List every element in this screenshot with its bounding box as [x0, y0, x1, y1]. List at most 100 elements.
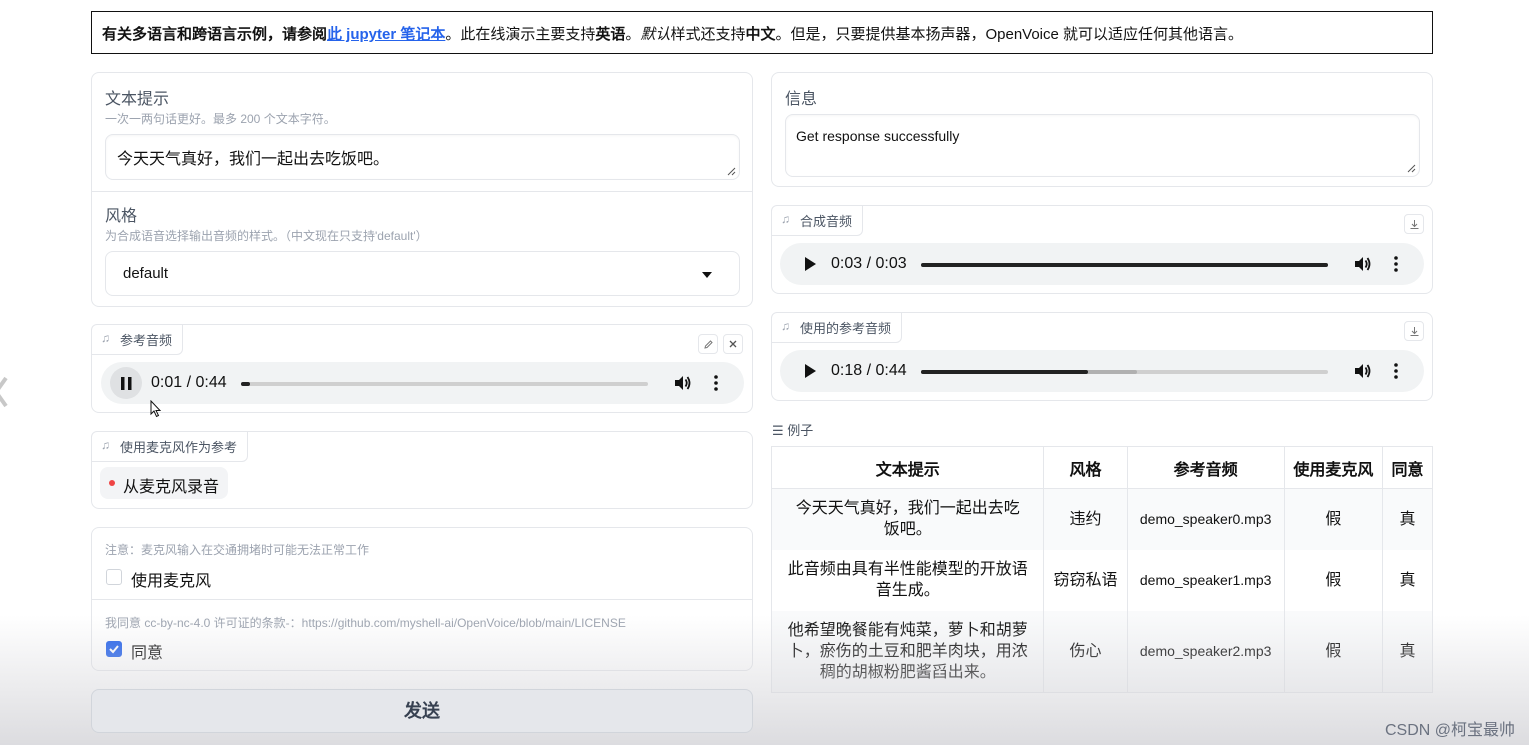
info-label: 信息: [785, 91, 818, 108]
download-icon[interactable]: [1404, 214, 1424, 234]
synth-audio-seekbar[interactable]: [921, 263, 1328, 267]
table-cell: 他希望晚餐能有炖菜，萝卜和胡萝卜，瘀伤的土豆和肥羊肉块，用浓稠的胡椒粉肥酱舀出来…: [771, 610, 1045, 693]
record-button-label: 从麦克风录音: [123, 479, 220, 496]
more-options-icon[interactable]: [1386, 254, 1406, 274]
close-icon[interactable]: [723, 334, 743, 354]
text-prompt-value: 今天天气真好，我们一起出去吃饭吧。: [117, 151, 390, 168]
mic-note: 注意：麦克风输入在交通拥堵时可能无法正常工作: [105, 543, 370, 557]
download-icon[interactable]: [1404, 321, 1424, 341]
music-note-icon: ♫: [101, 331, 110, 345]
jupyter-notebook-link[interactable]: 此 jupyter 笔记本: [327, 26, 445, 43]
text-prompt-input[interactable]: 今天天气真好，我们一起出去吃饭吧。: [105, 134, 740, 180]
play-icon[interactable]: [800, 361, 820, 381]
agree-checkbox[interactable]: [106, 641, 122, 657]
used-ref-audio-label: 使用的参考音频: [800, 321, 892, 336]
volume-icon[interactable]: [1352, 254, 1372, 274]
info-card: 信息 Get response successfully: [771, 72, 1433, 187]
resize-handle-icon[interactable]: [727, 167, 736, 176]
used-ref-audio-progress: [921, 370, 1088, 374]
synth-audio-tag: ♫ 合成音频: [771, 205, 864, 236]
section-divider: [92, 191, 752, 192]
pause-button[interactable]: [110, 367, 142, 399]
column-header: 风格: [1043, 446, 1128, 489]
prompt-style-card: 文本提示 一次一两句话更好。最多 200 个文本字符。 今天天气真好，我们一起出…: [91, 72, 753, 307]
synth-audio-player[interactable]: 0:03 / 0:03: [780, 243, 1424, 285]
used-ref-audio-card: ♫ 使用的参考音频 0:18 / 0:44: [771, 312, 1433, 401]
column-header: 同意: [1382, 446, 1434, 489]
table-cell: 假: [1284, 549, 1383, 611]
record-from-mic-button[interactable]: 从麦克风录音: [100, 467, 229, 499]
banner-text-1: 有关多语言和跨语言示例，请参阅: [102, 26, 328, 43]
synth-audio-label: 合成音频: [800, 214, 853, 229]
table-cell: 此音频由具有半性能模型的开放语音生成。: [771, 549, 1045, 611]
banner-bold-chinese: 中文: [745, 26, 776, 43]
volume-icon[interactable]: [672, 373, 692, 393]
banner-text-5: 。但是，只要提供基本扬声器，OpenVoice 就可以适应任何其他语言。: [775, 26, 1244, 43]
table-cell: demo_speaker0.mp3: [1127, 488, 1285, 550]
reference-audio-label: 参考音频: [120, 333, 173, 348]
use-mic-checkbox[interactable]: [106, 569, 122, 585]
table-cell: 伤心: [1043, 610, 1128, 693]
table-cell: 假: [1284, 488, 1383, 550]
list-icon: ☰: [772, 423, 784, 438]
play-icon[interactable]: [800, 254, 820, 274]
examples-header-row: 文本提示 风格 参考音频 使用麦克风 同意: [771, 446, 1434, 489]
banner-text-4: 样式还支持: [670, 26, 746, 43]
music-note-icon: ♫: [781, 212, 790, 226]
used-ref-audio-seekbar[interactable]: [921, 370, 1328, 374]
table-cell: 真: [1382, 549, 1434, 611]
section-divider: [92, 599, 752, 600]
table-row[interactable]: 此音频由具有半性能模型的开放语音生成。 窃窃私语 demo_speaker1.m…: [771, 549, 1434, 611]
style-dropdown[interactable]: default: [105, 251, 740, 296]
info-banner: 有关多语言和跨语言示例，请参阅此 jupyter 笔记本。此在线演示主要支持英语…: [91, 11, 1433, 54]
examples-label: 例子: [787, 423, 814, 438]
mic-reference-tag: ♫ 使用麦克风作为参考: [91, 431, 249, 462]
table-row[interactable]: 今天天气真好，我们一起出去吃饭吧。 违约 demo_speaker0.mp3 假…: [771, 488, 1434, 550]
watermark: CSDN @柯宝最帅: [1384, 722, 1515, 739]
table-row[interactable]: 他希望晚餐能有炖菜，萝卜和胡萝卜，瘀伤的土豆和肥羊肉块，用浓稠的胡椒粉肥酱舀出来…: [771, 610, 1434, 693]
table-cell: demo_speaker2.mp3: [1127, 610, 1285, 693]
reference-audio-seekbar[interactable]: [241, 382, 648, 386]
column-header: 使用麦克风: [1284, 446, 1383, 489]
reference-audio-time: 0:01 / 0:44: [151, 374, 227, 391]
back-arrow-icon[interactable]: [0, 372, 8, 412]
more-options-icon[interactable]: [1386, 361, 1406, 381]
checkmark-icon: [109, 645, 119, 654]
table-cell: demo_speaker1.mp3: [1127, 549, 1285, 611]
edit-icon[interactable]: [698, 334, 718, 354]
send-button[interactable]: 发送: [91, 689, 753, 733]
synth-audio-progress: [921, 263, 1328, 267]
music-note-icon: ♫: [101, 438, 110, 452]
column-header: 文本提示: [771, 446, 1045, 489]
style-selected-value: default: [123, 265, 169, 282]
reference-audio-card: ♫ 参考音频 0:01 / 0:44: [91, 324, 753, 413]
synth-audio-card: ♫ 合成音频 0:03 / 0:03: [771, 205, 1433, 294]
agree-label[interactable]: 同意: [131, 639, 163, 663]
mic-reference-label: 使用麦克风作为参考: [120, 440, 238, 455]
banner-text-3: 。: [625, 26, 641, 43]
pause-icon: [121, 377, 132, 390]
table-cell: 窃窃私语: [1043, 549, 1128, 611]
column-header: 参考音频: [1127, 446, 1285, 489]
table-cell: 假: [1284, 610, 1383, 693]
used-ref-audio-time: 0:18 / 0:44: [831, 362, 907, 379]
used-ref-audio-tag: ♫ 使用的参考音频: [771, 312, 903, 343]
license-note: 我同意 cc-by-nc-4.0 许可证的条款-：https://github.…: [105, 616, 626, 630]
volume-icon[interactable]: [1352, 361, 1372, 381]
resize-handle-icon[interactable]: [1407, 164, 1416, 173]
reference-audio-tag: ♫ 参考音频: [91, 324, 184, 355]
use-mic-label[interactable]: 使用麦克风: [131, 567, 211, 591]
synth-audio-time: 0:03 / 0:03: [831, 255, 907, 272]
table-cell: 真: [1382, 488, 1434, 550]
info-output[interactable]: Get response successfully: [785, 114, 1420, 177]
examples-heading: ☰ 例子: [772, 420, 813, 439]
style-label: 风格: [105, 208, 138, 225]
examples-table: 文本提示 风格 参考音频 使用麦克风 同意 今天天气真好，我们一起出去吃饭吧。 …: [771, 446, 1434, 693]
music-note-icon: ♫: [781, 319, 790, 333]
more-options-icon[interactable]: [706, 373, 726, 393]
reference-audio-player[interactable]: 0:01 / 0:44: [101, 362, 744, 404]
style-hint: 为合成语音选择输出音频的样式。（中文现在只支持'default'）: [105, 229, 428, 243]
record-dot-icon: [109, 480, 115, 486]
used-ref-audio-player[interactable]: 0:18 / 0:44: [780, 350, 1424, 392]
banner-text-2: 。此在线演示主要支持: [445, 26, 596, 43]
